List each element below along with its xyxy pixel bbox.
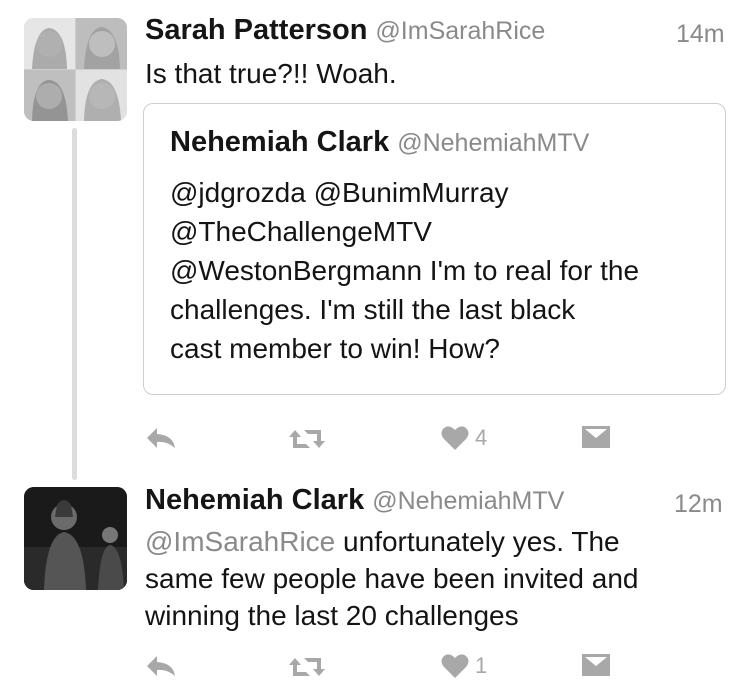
retweet-icon bbox=[289, 430, 325, 448]
retweet-button[interactable] bbox=[288, 427, 326, 451]
mention-link[interactable]: @ImSarahRice bbox=[145, 526, 335, 557]
timestamp: 12m bbox=[674, 490, 723, 518]
like-count: 4 bbox=[475, 425, 488, 450]
thread-connector bbox=[72, 128, 77, 480]
reply-icon bbox=[147, 656, 175, 676]
timestamp: 14m bbox=[676, 20, 725, 48]
avatar[interactable] bbox=[24, 487, 127, 590]
direct-message-button[interactable] bbox=[581, 425, 611, 449]
direct-message-icon bbox=[582, 426, 610, 448]
quoted-line: @WestonBergmann I'm to real for the bbox=[170, 255, 640, 286]
user-handle: @NehemiahMTV bbox=[397, 129, 590, 157]
like-count: 1 bbox=[475, 653, 488, 678]
direct-message-icon bbox=[582, 654, 610, 676]
retweet-button[interactable] bbox=[288, 655, 326, 679]
tweet-line: @ImSarahRice unfortunately yes. The bbox=[145, 523, 638, 560]
reply-button[interactable] bbox=[145, 425, 177, 451]
heart-icon bbox=[441, 654, 469, 678]
display-name[interactable]: Sarah Patterson bbox=[145, 14, 367, 46]
heart-icon bbox=[441, 426, 469, 450]
tweet-text: @ImSarahRice unfortunately yes. The same… bbox=[145, 523, 638, 634]
like-button[interactable]: 4 bbox=[441, 425, 487, 451]
tweet-line: same few people have been invited and bbox=[145, 563, 639, 594]
quoted-tweet-text: @jdgrozda @BunimMurray @TheChallengeMTV … bbox=[170, 173, 715, 368]
retweet-icon bbox=[289, 658, 325, 676]
direct-message-button[interactable] bbox=[581, 653, 611, 677]
tweet-text: Is that true?!! Woah. bbox=[145, 58, 397, 89]
reply-icon bbox=[147, 428, 175, 448]
quoted-line: @TheChallengeMTV bbox=[170, 216, 432, 247]
quoted-line: challenges. I'm still the last black bbox=[170, 294, 576, 325]
user-handle[interactable]: @NehemiahMTV bbox=[372, 487, 564, 515]
display-name: Nehemiah Clark bbox=[170, 126, 390, 158]
display-name[interactable]: Nehemiah Clark bbox=[145, 484, 364, 516]
tweet-author[interactable]: Sarah Patterson @ImSarahRice bbox=[145, 14, 545, 47]
tweet-author[interactable]: Nehemiah Clark @NehemiahMTV bbox=[145, 484, 564, 517]
quoted-line: cast member to win! How? bbox=[170, 333, 500, 364]
reply-button[interactable] bbox=[145, 653, 177, 679]
tweet-line-text: unfortunately yes. The bbox=[335, 526, 620, 557]
quoted-tweet[interactable]: Nehemiah Clark @NehemiahMTV @jdgrozda @Bu… bbox=[143, 103, 726, 395]
quoted-author[interactable]: Nehemiah Clark @NehemiahMTV bbox=[170, 126, 589, 159]
quoted-line: @jdgrozda @BunimMurray bbox=[170, 177, 509, 208]
like-button[interactable]: 1 bbox=[441, 653, 487, 679]
user-handle[interactable]: @ImSarahRice bbox=[375, 17, 545, 45]
tweet-line: winning the last 20 challenges bbox=[145, 600, 519, 631]
avatar[interactable] bbox=[24, 18, 127, 121]
